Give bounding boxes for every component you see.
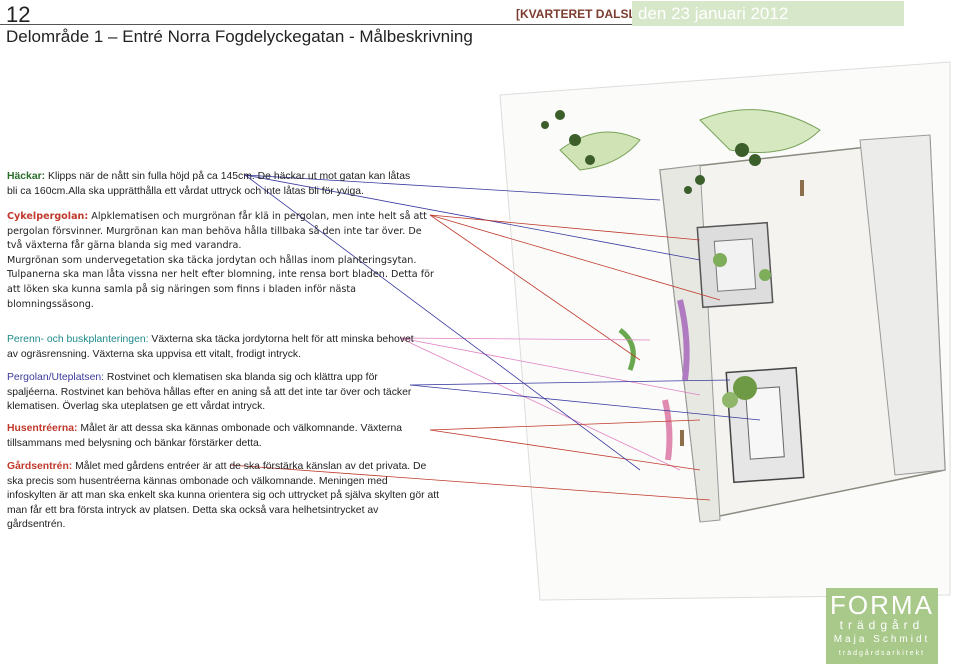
hedges-label: Häckar:: [7, 171, 46, 182]
hedges-text: Klipps när de nått sin fulla höjd på ca …: [7, 171, 411, 197]
courtyard-entrance-label: Gårdsentrén:: [7, 461, 73, 472]
courtyard-entrance-paragraph: Gårdsentrén: Målet med gårdens entréer ä…: [7, 460, 439, 533]
courtyard-entrance-text: Målet med gårdens entréer är att de ska …: [7, 461, 440, 531]
hedges-paragraph: Häckar: Klipps när de nått sin fulla höj…: [7, 170, 417, 199]
logo-forma: FORMA: [830, 590, 934, 620]
logo-tradgard: trädgård: [839, 618, 925, 632]
bike-pergola-text-2: Murgrönan som undervegetation ska täcka …: [7, 254, 434, 310]
bike-pergola-paragraph: Cykelpergolan: Alpklematisen och murgrön…: [7, 210, 437, 312]
logo-name: Maja Schmidt: [833, 634, 931, 645]
house-entrances-paragraph: Husentréerna: Målet är att dessa ska kän…: [7, 422, 437, 451]
house-entrances-label: Husentréerna:: [7, 423, 78, 434]
logo-role: trädgårdsarkitekt: [838, 650, 926, 657]
forma-tradgard-logo: FORMA trädgård Maja Schmidt trädgårdsark…: [826, 588, 938, 664]
pergola-label: Pergolan/Uteplatsen:: [7, 372, 105, 383]
perennial-paragraph: Perenn- och buskplanteringen: Växterna s…: [7, 333, 427, 362]
pergola-paragraph: Pergolan/Uteplatsen: Rostvinet och klema…: [7, 371, 417, 415]
bike-pergola-label: Cykelpergolan:: [7, 211, 89, 222]
perennial-label: Perenn- och buskplanteringen:: [7, 334, 149, 345]
